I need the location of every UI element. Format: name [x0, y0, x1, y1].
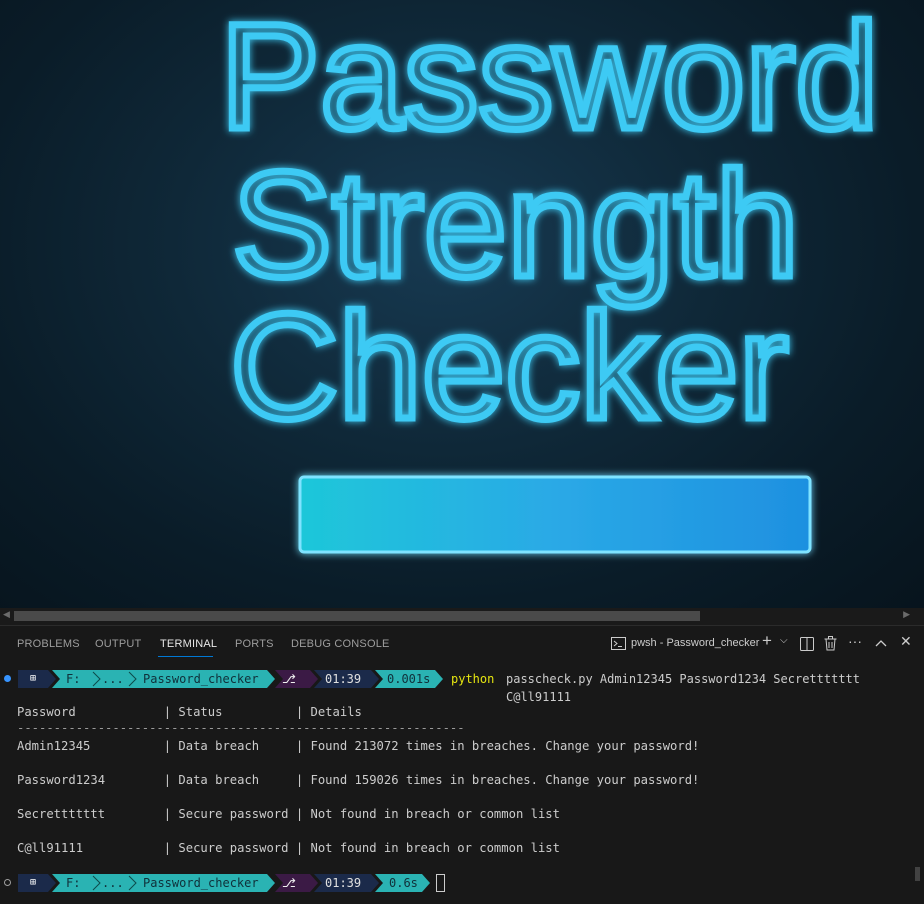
- terminal-output[interactable]: ⊞ F: ... Password_checker ⎇ 01:39 0.001s…: [0, 662, 910, 904]
- terminal-cursor: [436, 874, 445, 892]
- hero-graphic: Password Strength Checker: [217, 0, 882, 554]
- command-keyword: python: [451, 672, 495, 686]
- prompt-ellipsis: ...: [102, 672, 124, 686]
- tab-output[interactable]: OUTPUT: [95, 638, 141, 650]
- maximize-panel-icon[interactable]: [875, 639, 887, 647]
- prompt-drive: F:: [66, 672, 81, 686]
- prompt-line-1: ⊞ F: ... Password_checker ⎇ 01:39 0.001s…: [0, 670, 910, 704]
- windows-icon: ⊞: [30, 673, 37, 684]
- split-icon[interactable]: [800, 637, 814, 651]
- hero-image: Password Strength Checker: [0, 0, 924, 608]
- prompt-time: 01:39: [325, 876, 362, 890]
- prompt-line-2: ⊞ F: ... Password_checker ⎇ 01:39 0.6s: [0, 874, 910, 892]
- branch-icon: ⎇: [282, 672, 296, 686]
- active-tab-indicator: [158, 656, 213, 657]
- prompt-folder: Password_checker: [143, 672, 259, 686]
- branch-icon: ⎇: [282, 876, 296, 890]
- hero-title-line-1: Password: [220, 0, 879, 160]
- prompt-folder: Password_checker: [143, 876, 259, 890]
- hero-title-line-3: Checker: [230, 282, 789, 450]
- prompt-duration: 0.001s: [387, 672, 431, 686]
- more-actions-icon[interactable]: ···: [848, 633, 862, 649]
- tab-debug-console[interactable]: DEBUG CONSOLE: [291, 638, 390, 650]
- command-status-dot[interactable]: [4, 879, 11, 886]
- chevron-down-icon[interactable]: ⌵: [780, 635, 788, 646]
- prompt-time: 01:39: [325, 672, 362, 686]
- table-row: C@ll91111 | Secure password | Not found …: [17, 841, 560, 855]
- table-row: Password1234 | Data breach | Found 15902…: [17, 773, 700, 787]
- command-status-dot[interactable]: [4, 675, 11, 682]
- tab-terminal[interactable]: TERMINAL: [160, 638, 217, 650]
- terminal-name: pwsh - Password_checker: [631, 637, 760, 649]
- table-separator: ----------------------------------------…: [17, 721, 465, 735]
- prompt-drive: F:: [66, 876, 81, 890]
- scroll-right-icon[interactable]: ▶: [903, 610, 910, 620]
- hero-strength-bar: [298, 475, 812, 554]
- prompt-duration: 0.6s: [389, 876, 418, 890]
- table-row: Admin12345 | Data breach | Found 213072 …: [17, 739, 700, 753]
- windows-icon: ⊞: [30, 877, 37, 888]
- terminal-icon: [611, 637, 626, 650]
- add-terminal-icon[interactable]: +: [762, 631, 772, 651]
- tab-problems[interactable]: PROBLEMS: [17, 638, 80, 650]
- scroll-left-icon[interactable]: ◀: [3, 610, 10, 620]
- close-panel-icon[interactable]: ✕: [900, 633, 912, 650]
- bottom-panel: PROBLEMS OUTPUT TERMINAL PORTS DEBUG CON…: [0, 625, 924, 904]
- panel-tabs: PROBLEMS OUTPUT TERMINAL PORTS DEBUG CON…: [0, 626, 924, 662]
- trash-icon[interactable]: [824, 636, 837, 651]
- prompt-ellipsis: ...: [102, 876, 124, 890]
- scrollbar-thumb[interactable]: [14, 611, 700, 621]
- terminal-scrollbar[interactable]: [915, 867, 920, 881]
- table-header: Password | Status | Details: [17, 705, 362, 719]
- table-row: Secrettttttt | Secure password | Not fou…: [17, 807, 560, 821]
- tab-ports[interactable]: PORTS: [235, 638, 274, 650]
- horizontal-scrollbar[interactable]: ◀ ▶: [0, 608, 924, 625]
- command-args: passcheck.py Admin12345 Password1234 Sec…: [506, 672, 861, 704]
